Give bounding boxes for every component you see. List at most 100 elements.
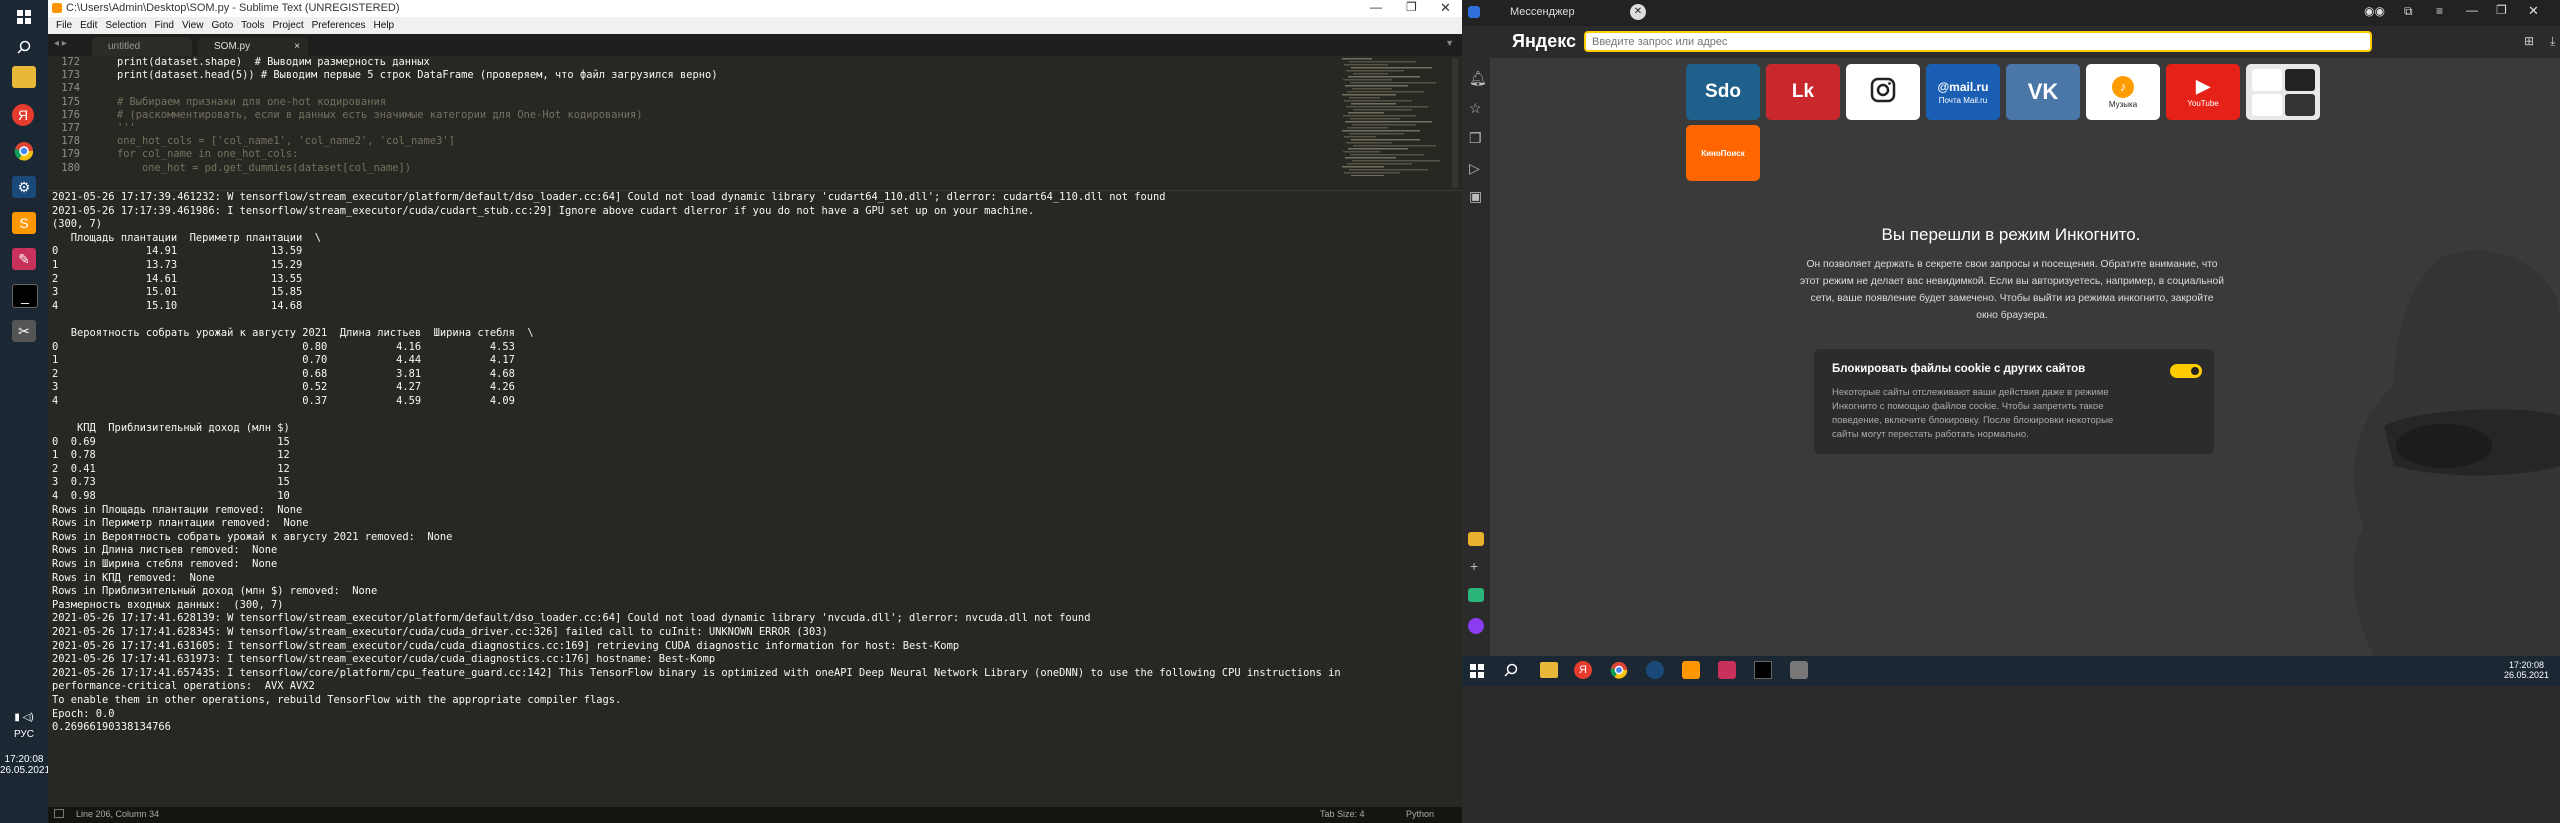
minimap-line	[1345, 157, 1396, 159]
menu-tools[interactable]: Tools	[241, 20, 264, 31]
menu-preferences[interactable]: Preferences	[312, 20, 366, 31]
minimap-line	[1351, 67, 1432, 69]
star-icon[interactable]: ☆	[1469, 100, 1482, 117]
clock-time[interactable]: 17:20:08	[0, 754, 48, 765]
code-line[interactable]: 172 print(dataset.shape) # Выводим разме…	[48, 56, 1462, 69]
search-icon[interactable]	[12, 36, 36, 58]
code-line[interactable]: 174	[48, 82, 1462, 95]
messenger-icon[interactable]	[1468, 6, 1480, 18]
yandex-logo[interactable]: Яндекс	[1512, 31, 1576, 52]
tab-untitled[interactable]: untitled	[92, 37, 192, 56]
calendar-icon[interactable]: ▣	[1469, 188, 1482, 205]
tile-vk[interactable]: VK	[2006, 64, 2080, 120]
menu-selection[interactable]: Selection	[105, 20, 146, 31]
snipping-icon[interactable]: ✂	[12, 320, 36, 342]
console-line: 2021-05-26 17:17:41.628139: W tensorflow…	[52, 612, 1091, 625]
minimize-button[interactable]: —	[2466, 3, 2478, 17]
tabs-icon[interactable]: ⧉	[2404, 4, 2413, 19]
yandex-browser-icon[interactable]: Я	[1574, 661, 1592, 679]
tile-instagram[interactable]	[1846, 64, 1920, 120]
clock-time: 17:20:08	[2509, 660, 2545, 670]
mail-icon[interactable]	[1468, 532, 1484, 546]
output-console[interactable]: 2021-05-26 17:17:39.461232: W tensorflow…	[48, 190, 1462, 802]
steam-icon[interactable]: ⚙	[12, 176, 36, 198]
code-line[interactable]: 177 '''	[48, 122, 1462, 135]
minimap[interactable]	[1338, 58, 1448, 176]
cookie-toggle[interactable]	[2170, 364, 2202, 378]
tile-group[interactable]	[2246, 64, 2320, 120]
maximize-button[interactable]: ❐	[1406, 0, 1417, 14]
menu-file[interactable]: File	[56, 20, 72, 31]
yandex-browser-icon[interactable]: Я	[12, 104, 34, 126]
yandex-browser-window: Мессенджер ✕ ◉◉ ⧉ ≡ — ❐ ✕ 🔔︎ ☆ ❒ ▷ ▣ + Я…	[1462, 0, 2560, 686]
close-button[interactable]: ✕	[1440, 0, 1451, 16]
file-explorer-icon[interactable]	[12, 66, 36, 88]
task-icon[interactable]: ✎	[12, 248, 36, 270]
minimap-line	[1351, 103, 1396, 105]
snipping-icon[interactable]	[1790, 661, 1808, 679]
download-icon[interactable]: ⤓	[2550, 34, 2555, 49]
panel-toggle-icon[interactable]	[54, 809, 64, 818]
tile-lk[interactable]: Lk	[1766, 64, 1840, 120]
taskbar-clock[interactable]: 17:20:08 26.05.2021	[2504, 660, 2549, 680]
maximize-button[interactable]: ❐	[2496, 3, 2507, 17]
add-icon[interactable]: +	[1470, 558, 1478, 574]
tab-som-py[interactable]: SOM.py ×	[198, 37, 308, 56]
clock-date[interactable]: 26.05.2021	[0, 765, 50, 776]
play-icon[interactable]: ▷	[1469, 160, 1480, 177]
code-text: one_hot = pd.get_dummies(dataset[col_nam…	[92, 161, 412, 174]
tile-caption: Музыка	[2108, 99, 2138, 109]
tab-dropdown-icon[interactable]: ▼	[1445, 38, 1454, 48]
tile-sdo[interactable]: Sdo	[1686, 64, 1760, 120]
code-line[interactable]: 180 one_hot = pd.get_dummies(dataset[col…	[48, 162, 1462, 175]
windows-icon[interactable]	[12, 6, 36, 28]
tab-close-icon[interactable]: ×	[294, 37, 300, 56]
sublime-icon[interactable]	[1682, 661, 1700, 679]
bookmark-icon[interactable]: ⊞	[2524, 34, 2534, 48]
app-icon[interactable]	[1468, 588, 1484, 602]
tab-messenger[interactable]: Мессенджер	[1510, 6, 1575, 18]
collections-icon[interactable]: ❒	[1469, 130, 1482, 147]
chrome-icon[interactable]	[12, 140, 36, 162]
terminal-icon[interactable]	[1754, 661, 1772, 679]
network-icon[interactable]: ▮ ◁)	[0, 712, 48, 723]
search-icon[interactable]	[1504, 663, 1518, 682]
code-line[interactable]: 173 print(dataset.head(5)) # Выводим пер…	[48, 69, 1462, 82]
minimize-button[interactable]: —	[1370, 0, 1382, 14]
tile-mail-ru[interactable]: @mail.ru Почта Mail.ru	[1926, 64, 2000, 120]
menu-edit[interactable]: Edit	[80, 20, 97, 31]
sublime-icon[interactable]: S	[12, 212, 36, 234]
code-line[interactable]: 176 # (раскомментировать, если в данных …	[48, 109, 1462, 122]
menu-view[interactable]: View	[182, 20, 204, 31]
syntax-mode[interactable]: Python	[1406, 809, 1434, 819]
new-tab-close-icon[interactable]: ✕	[1630, 4, 1646, 20]
close-button[interactable]: ✕	[2528, 3, 2539, 19]
steam-icon[interactable]	[1646, 661, 1664, 679]
file-explorer-icon[interactable]	[1540, 662, 1558, 678]
code-line[interactable]: 179 for col_name in one_hot_cols:	[48, 148, 1462, 161]
tile-youtube[interactable]: ▶ YouTube	[2166, 64, 2240, 120]
menu-icon[interactable]: ≡	[2436, 4, 2443, 18]
bell-icon[interactable]: 🔔︎	[1469, 70, 1487, 87]
code-line[interactable]: 178 one_hot_cols = ['col_name1', 'col_na…	[48, 135, 1462, 148]
menu-goto[interactable]: Goto	[211, 20, 233, 31]
task-icon[interactable]	[1718, 661, 1736, 679]
tab-size[interactable]: Tab Size: 4	[1320, 809, 1365, 819]
chrome-icon[interactable]	[1610, 661, 1628, 684]
language-indicator[interactable]: РУС	[0, 729, 48, 740]
editor-scrollbar[interactable]	[1452, 58, 1458, 188]
menu-help[interactable]: Help	[374, 20, 395, 31]
menu-find[interactable]: Find	[155, 20, 174, 31]
menu-project[interactable]: Project	[273, 20, 304, 31]
search-input[interactable]	[1584, 31, 2372, 52]
code-line[interactable]: 175 # Выбираем признаки для one-hot коди…	[48, 96, 1462, 109]
tile-music[interactable]: ♪ Музыка	[2086, 64, 2160, 120]
start-icon[interactable]	[1470, 664, 1484, 683]
code-editor[interactable]: 172 print(dataset.shape) # Выводим разме…	[48, 56, 1462, 186]
minimap-line	[1343, 79, 1392, 81]
tile-kinopoisk[interactable]: КиноПоиск	[1686, 125, 1760, 181]
mini-tile-pa	[2284, 93, 2315, 116]
tab-scroll-arrows[interactable]: ◂ ▸	[54, 38, 67, 49]
alice-icon[interactable]	[1468, 618, 1484, 634]
terminal-icon[interactable]: _	[12, 284, 38, 308]
